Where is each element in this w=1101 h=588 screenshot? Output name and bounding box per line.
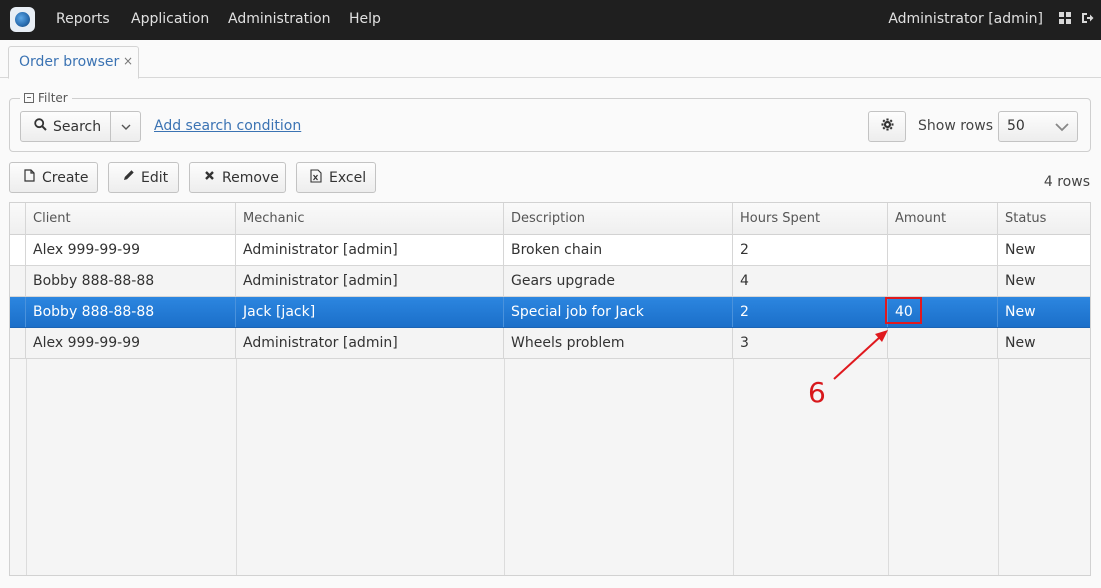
cell-client: Alex 999-99-99: [26, 235, 236, 265]
menu-application[interactable]: Application: [131, 11, 209, 27]
annotation-number: 6: [808, 376, 826, 409]
cell-client: Alex 999-99-99: [26, 328, 236, 358]
cell-description: Wheels problem: [504, 328, 733, 358]
close-icon[interactable]: ×: [123, 54, 133, 68]
remove-x-icon: [202, 170, 216, 185]
cell-client: Bobby 888-88-88: [26, 297, 236, 327]
tab-strip: Order browser ×: [0, 40, 1101, 79]
edit-button[interactable]: Edit: [108, 162, 179, 193]
filter-settings-button[interactable]: [868, 111, 906, 142]
search-dropdown-button[interactable]: [110, 111, 141, 142]
menu-administration[interactable]: Administration: [228, 11, 330, 27]
collapse-icon[interactable]: [24, 93, 34, 103]
table-header: Client Mechanic Description Hours Spent …: [10, 203, 1090, 235]
row-selector[interactable]: [10, 266, 26, 296]
cell-description: Broken chain: [504, 235, 733, 265]
edit-button-label: Edit: [141, 169, 169, 186]
cell-mechanic: Administrator [admin]: [236, 328, 504, 358]
add-search-condition-link[interactable]: Add search condition: [154, 118, 301, 134]
row-selector[interactable]: [10, 235, 26, 265]
table-row-selected[interactable]: Bobby 888-88-88 Jack [jack] Special job …: [10, 297, 1090, 328]
row-count-label: 4 rows: [1043, 174, 1090, 190]
excel-button-label: Excel: [329, 169, 367, 186]
cell-status: New: [1005, 273, 1036, 289]
cell-status: New: [1005, 335, 1036, 351]
cell-hours-spent: 2: [733, 297, 888, 327]
show-rows-label: Show rows: [918, 118, 993, 134]
chevron-down-icon: [1055, 117, 1069, 136]
logout-icon[interactable]: [1080, 12, 1094, 26]
cell-amount: [888, 328, 998, 358]
column-header-description[interactable]: Description: [504, 203, 733, 235]
top-menubar: Reports Application Administration Help …: [0, 0, 1101, 40]
remove-button-label: Remove: [222, 169, 279, 186]
show-rows-select[interactable]: 50: [998, 111, 1078, 142]
search-icon: [33, 118, 47, 135]
column-header-amount[interactable]: Amount: [888, 203, 998, 235]
filter-panel: Filter Search Add search condition Show …: [9, 91, 1091, 152]
create-button-label: Create: [42, 169, 89, 186]
row-selector[interactable]: [10, 328, 26, 358]
column-header-client[interactable]: Client: [26, 203, 236, 235]
row-selector[interactable]: [10, 297, 26, 327]
annotation-highlight-box: [885, 297, 922, 324]
excel-button[interactable]: Excel: [296, 162, 376, 193]
show-rows-value: 50: [1007, 118, 1025, 134]
cell-description: Gears upgrade: [504, 266, 733, 296]
cell-description: Special job for Jack: [504, 297, 733, 327]
cell-client: Bobby 888-88-88: [26, 266, 236, 296]
filter-label: Filter: [38, 91, 68, 105]
new-document-icon: [22, 169, 36, 186]
cell-status: New: [1005, 242, 1036, 258]
excel-file-icon: [309, 168, 323, 187]
tab-order-browser[interactable]: Order browser ×: [8, 46, 139, 79]
column-header-status[interactable]: Status: [998, 203, 1090, 235]
column-header-mechanic[interactable]: Mechanic: [236, 203, 504, 235]
search-button-label: Search: [53, 118, 102, 135]
menu-help[interactable]: Help: [349, 11, 381, 27]
cell-amount: [888, 266, 998, 296]
cell-mechanic: Administrator [admin]: [236, 266, 504, 296]
current-user-label[interactable]: Administrator [admin]: [888, 11, 1043, 27]
table-row[interactable]: Bobby 888-88-88 Administrator [admin] Ge…: [10, 266, 1090, 297]
search-button[interactable]: Search: [20, 111, 111, 142]
cell-hours-spent: 2: [733, 235, 888, 265]
cell-status: New: [1005, 304, 1036, 320]
tab-label: Order browser: [19, 54, 120, 70]
orders-table: Client Mechanic Description Hours Spent …: [9, 202, 1091, 576]
cell-hours-spent: 4: [733, 266, 888, 296]
table-row[interactable]: Alex 999-99-99 Administrator [admin] Whe…: [10, 328, 1090, 359]
remove-button[interactable]: Remove: [189, 162, 286, 193]
chevron-down-icon: [121, 119, 131, 135]
pencil-icon: [121, 169, 135, 186]
cell-mechanic: Administrator [admin]: [236, 235, 504, 265]
create-button[interactable]: Create: [9, 162, 98, 193]
cell-mechanic: Jack [jack]: [236, 297, 504, 327]
gear-icon: [881, 118, 894, 135]
row-selector-header: [10, 203, 26, 235]
cell-hours-spent: 3: [733, 328, 888, 358]
windows-grid-icon[interactable]: [1058, 12, 1072, 26]
cell-amount: [888, 235, 998, 265]
filter-legend[interactable]: Filter: [20, 91, 72, 105]
menu-reports[interactable]: Reports: [56, 11, 110, 27]
app-logo-icon[interactable]: [10, 7, 35, 32]
table-row[interactable]: Alex 999-99-99 Administrator [admin] Bro…: [10, 235, 1090, 266]
column-header-hours-spent[interactable]: Hours Spent: [733, 203, 888, 235]
